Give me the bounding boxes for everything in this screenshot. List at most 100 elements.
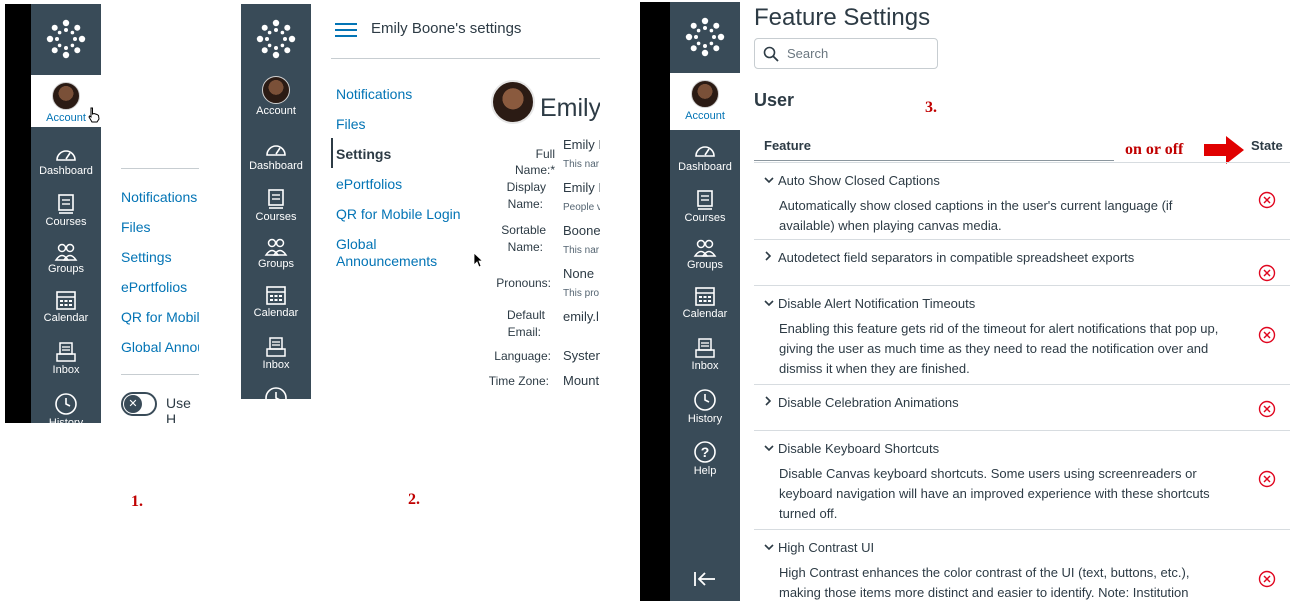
avatar [262, 76, 290, 104]
toggle-off-icon: ✕ [124, 395, 142, 413]
feature-name[interactable]: Disable Celebration Animations [764, 395, 959, 410]
nav-account-label: Account [685, 110, 725, 122]
nav-inbox[interactable]: Inbox [670, 337, 740, 385]
search-placeholder: Search [787, 46, 829, 61]
global-nav-3: Account Dashboard Courses Groups Calenda… [670, 2, 740, 601]
nav-account[interactable]: Account [241, 76, 311, 128]
panel-2-content: Emily Boone's settings Notifications Fil… [311, 4, 600, 404]
link-eportfolios[interactable]: ePortfolios [121, 279, 187, 295]
nav-groups[interactable]: Groups [241, 237, 311, 285]
feature-name[interactable]: Autodetect field separators in compatibl… [764, 250, 1134, 265]
link-settings[interactable]: Settings [121, 249, 172, 265]
sortable-name-hint: This nar [563, 245, 600, 256]
link-global-announcements-line2[interactable]: Announcements [336, 253, 437, 269]
feature-row[interactable]: Disable Alert Notification Timeouts Enabl… [754, 285, 1290, 384]
feature-row[interactable]: Autodetect field separators in compatibl… [754, 239, 1290, 285]
nav-courses[interactable]: Courses [31, 193, 101, 241]
chevron-down-icon[interactable] [764, 542, 778, 554]
nav-dashboard[interactable]: Dashboard [241, 139, 311, 187]
nav-inbox-label: Inbox [262, 359, 290, 371]
nav-groups[interactable]: Groups [670, 238, 740, 286]
state-off-icon[interactable] [1258, 264, 1276, 282]
dashboard-icon [56, 150, 76, 161]
red-arrow-icon [1204, 136, 1244, 164]
chevron-down-icon[interactable] [764, 298, 778, 310]
feature-row[interactable]: High Contrast UI High Contrast enhances t… [754, 529, 1290, 601]
link-files[interactable]: Files [121, 219, 151, 235]
nav-dashboard[interactable]: Dashboard [31, 144, 101, 192]
pronouns-label: Pronouns: [496, 276, 551, 290]
state-off-icon[interactable] [1258, 570, 1276, 588]
language-label: Language: [494, 349, 551, 363]
hamburger-menu-icon[interactable] [335, 22, 357, 38]
nav-inbox-label: Inbox [691, 360, 719, 372]
feature-row[interactable]: Disable Keyboard Shortcuts Disable Canvas… [754, 430, 1290, 529]
feature-name-label: High Contrast UI [778, 540, 875, 555]
nav-inbox[interactable]: Inbox [241, 336, 311, 384]
column-header-feature: Feature [764, 138, 811, 153]
nav-calendar[interactable]: Calendar [670, 285, 740, 333]
nav-dashboard[interactable]: Dashboard [670, 140, 740, 188]
link-eportfolios[interactable]: ePortfolios [336, 176, 402, 192]
canvas-logo[interactable] [241, 4, 311, 74]
nav-calendar[interactable]: Calendar [241, 284, 311, 332]
link-notifications[interactable]: Notifications [336, 86, 412, 102]
link-notifications[interactable]: Notifications [121, 189, 197, 205]
search-input[interactable]: Search [754, 38, 938, 69]
feature-name[interactable]: Disable Keyboard Shortcuts [764, 441, 939, 456]
section-heading-user: User [754, 90, 795, 110]
link-settings[interactable]: Settings [336, 146, 391, 162]
nav-history[interactable]: History [31, 392, 101, 423]
collapse-nav-icon[interactable] [694, 571, 716, 587]
nav-account[interactable]: Account [670, 73, 740, 130]
calendar-icon [695, 287, 715, 306]
header-divider [331, 58, 600, 59]
feature-name[interactable]: Auto Show Closed Captions [764, 173, 940, 188]
chevron-down-icon[interactable] [764, 175, 778, 187]
inbox-icon [695, 338, 715, 358]
state-off-icon[interactable] [1258, 470, 1276, 488]
global-nav-2: Account Dashboard Courses Groups Calenda… [241, 4, 311, 399]
canvas-logo-icon [685, 17, 725, 57]
sortable-name-label-2: Name: [507, 240, 543, 254]
active-indicator [331, 138, 333, 168]
courses-icon [268, 189, 284, 209]
nav-inbox[interactable]: Inbox [31, 341, 101, 389]
nav-history[interactable] [241, 386, 311, 399]
feature-name[interactable]: High Contrast UI [764, 540, 874, 555]
nav-courses[interactable]: Courses [670, 189, 740, 237]
nav-inbox-label: Inbox [52, 364, 80, 376]
link-global-announcements[interactable]: Global Annou [121, 339, 199, 355]
feature-row[interactable]: Auto Show Closed Captions Automatically s… [754, 162, 1290, 239]
nav-groups[interactable]: Groups [31, 242, 101, 290]
display-name-label-1: Display [506, 180, 546, 194]
nav-calendar[interactable]: Calendar [31, 289, 101, 337]
feature-name[interactable]: Disable Alert Notification Timeouts [764, 296, 975, 311]
state-off-icon[interactable] [1258, 400, 1276, 418]
nav-courses[interactable]: Courses [241, 188, 311, 236]
link-qr-mobile-login[interactable]: QR for Mobile Login [336, 206, 461, 222]
sortable-name-value: Boone [563, 223, 600, 238]
link-global-announcements[interactable]: Global [336, 236, 376, 252]
nav-history-label: History [687, 413, 723, 425]
chevron-down-icon[interactable] [764, 443, 778, 455]
nav-history[interactable]: History [670, 388, 740, 436]
canvas-logo[interactable] [670, 2, 740, 72]
nav-help[interactable]: ? Help [670, 440, 740, 488]
nav-help-label: Help [693, 465, 717, 477]
state-off-icon[interactable] [1258, 191, 1276, 209]
canvas-logo[interactable] [31, 4, 101, 74]
feature-row[interactable]: Disable Celebration Animations [754, 384, 1290, 430]
state-off-icon[interactable] [1258, 326, 1276, 344]
link-files[interactable]: Files [336, 116, 366, 132]
link-qr-mobile[interactable]: QR for Mobile [121, 309, 199, 325]
profile-avatar[interactable] [491, 80, 535, 124]
svg-text:?: ? [701, 444, 710, 460]
nav-dashboard-label: Dashboard [678, 161, 732, 173]
chevron-right-icon[interactable] [764, 251, 778, 264]
high-contrast-toggle[interactable]: ✕ [121, 392, 157, 416]
dashboard-icon [695, 146, 715, 157]
chevron-right-icon[interactable] [764, 396, 778, 409]
nav-account-label: Account [46, 112, 86, 124]
global-nav-1: Account Dashboard Courses Groups Calenda… [31, 4, 101, 423]
